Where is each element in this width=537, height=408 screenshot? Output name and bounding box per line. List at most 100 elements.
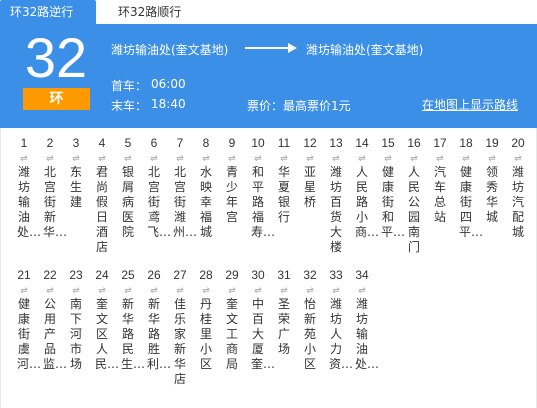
tab-counterclockwise[interactable]: 环32路逆行 (0, 0, 96, 24)
bidirectional-arrow-icon: ⇌ (202, 154, 210, 164)
fare-info: 票价：最高票价1元 (247, 99, 351, 113)
bidirectional-arrow-icon: ⇌ (20, 154, 28, 164)
station-number: 28 (199, 268, 213, 282)
station-name: 水映幸福城 (199, 165, 212, 239)
station-item[interactable]: 21 ⇌ 健康街虞河… (11, 268, 42, 372)
bidirectional-arrow-icon: ⇌ (332, 286, 340, 296)
station-item[interactable]: 11 ⇌ 华夏银行 (271, 136, 297, 225)
station-number: 14 (355, 136, 369, 150)
station-item[interactable]: 19 ⇌ 领秀华城 (479, 136, 505, 225)
station-item[interactable]: 3 ⇌ 东生建 (63, 136, 89, 210)
station-name: 亚星桥 (303, 165, 316, 209)
station-item[interactable]: 17 ⇌ 汽车总站 (427, 136, 453, 225)
station-name: 潍坊输油处… (17, 165, 42, 239)
station-item[interactable]: 30 ⇌ 中百大厦奎… (245, 268, 276, 372)
station-number: 22 (43, 268, 57, 282)
bidirectional-arrow-icon: ⇌ (46, 154, 54, 164)
station-name: 北宫街潍州… (173, 165, 198, 239)
station-item[interactable]: 16 ⇌ 人民公园南门 (401, 136, 427, 255)
station-name: 和平路福寿… (251, 165, 276, 239)
bidirectional-arrow-icon: ⇌ (462, 154, 470, 164)
station-item[interactable]: 15 ⇌ 健康街和平… (375, 136, 405, 240)
station-number: 23 (69, 268, 83, 282)
station-item[interactable]: 22 ⇌ 公用产品监… (37, 268, 67, 372)
station-number: 26 (147, 268, 161, 282)
station-number: 13 (329, 136, 343, 150)
station-item[interactable]: 20 ⇌ 潍坊汽配城 (505, 136, 531, 240)
station-item[interactable]: 18 ⇌ 健康街四平… (453, 136, 483, 240)
station-number: 30 (251, 268, 265, 282)
station-item[interactable]: 14 ⇌ 人民路小商… (349, 136, 380, 240)
station-item[interactable]: 23 ⇌ 南下河市场 (63, 268, 89, 372)
station-item[interactable]: 8 ⇌ 水映幸福城 (193, 136, 219, 240)
station-number: 2 (46, 136, 54, 150)
bidirectional-arrow-icon: ⇌ (150, 154, 158, 164)
station-name: 中百大厦奎… (251, 297, 276, 371)
route-header: 32 环 潍坊输油处(奎文基地) 潍坊输油处(奎文基地) 首车： 06:00 末… (0, 24, 537, 128)
station-name: 银屑病医院 (121, 165, 134, 239)
station-name: 北宫街鸢飞… (147, 165, 172, 239)
station-item[interactable]: 26 ⇌ 新华路胜利… (141, 268, 172, 372)
station-name: 北宫街新华… (43, 165, 68, 239)
station-number: 11 (277, 136, 291, 150)
show-route-on-map-link[interactable]: 在地图上显示路线 (422, 96, 518, 113)
station-name: 健康街虞河… (17, 297, 42, 371)
station-number: 9 (228, 136, 236, 150)
station-name: 人民路小商… (355, 165, 380, 239)
station-item[interactable]: 9 ⇌ 青少年宫 (219, 136, 245, 225)
station-item[interactable]: 2 ⇌ 北宫街新华… (37, 136, 68, 240)
station-name: 新华路胜利… (147, 297, 172, 371)
station-item[interactable]: 12 ⇌ 亚星桥 (297, 136, 323, 210)
station-item[interactable]: 34 ⇌ 潍坊输油处… (349, 268, 379, 372)
station-item[interactable]: 1 ⇌ 潍坊输油处… (11, 136, 42, 240)
bidirectional-arrow-icon: ⇌ (358, 286, 366, 296)
station-item[interactable]: 29 ⇌ 奎文工商局 (219, 268, 245, 372)
station-item[interactable]: 4 ⇌ 君尚假日酒店 (89, 136, 115, 255)
direction-tabs: 环32路逆行 环32路顺行 (0, 0, 537, 24)
station-number: 27 (173, 268, 187, 282)
station-item[interactable]: 24 ⇌ 奎文区人民… (89, 268, 120, 372)
bidirectional-arrow-icon: ⇌ (72, 286, 80, 296)
station-number: 7 (176, 136, 184, 150)
station-number: 12 (303, 136, 317, 150)
station-item[interactable]: 7 ⇌ 北宫街潍州… (167, 136, 198, 240)
station-number: 17 (433, 136, 447, 150)
station-item[interactable]: 31 ⇌ 圣荣广场 (271, 268, 297, 357)
station-item[interactable]: 5 ⇌ 银屑病医院 (115, 136, 141, 240)
station-name: 东生建 (69, 165, 82, 209)
bidirectional-arrow-icon: ⇌ (488, 154, 496, 164)
bidirectional-arrow-icon: ⇌ (254, 286, 262, 296)
tab-clockwise[interactable]: 环32路顺行 (108, 0, 191, 24)
station-item[interactable]: 13 ⇌ 潍坊百货大楼 (323, 136, 349, 255)
station-number: 16 (407, 136, 421, 150)
bidirectional-arrow-icon: ⇌ (176, 154, 184, 164)
station-name: 人民公园南门 (407, 165, 420, 254)
station-number: 20 (511, 136, 525, 150)
station-name: 潍坊汽配城 (511, 165, 524, 239)
station-item[interactable]: 32 ⇌ 怡新苑小区 (297, 268, 323, 372)
station-number: 25 (121, 268, 135, 282)
station-number: 8 (202, 136, 210, 150)
station-name: 潍坊百货大楼 (329, 165, 342, 254)
station-item[interactable]: 27 ⇌ 佳乐家新华店 (167, 268, 193, 387)
station-number: 15 (381, 136, 395, 150)
station-name: 青少年宫 (225, 165, 238, 224)
bidirectional-arrow-icon: ⇌ (202, 286, 210, 296)
station-name: 汽车总站 (433, 165, 446, 224)
last-bus-time: 18:40 (151, 97, 186, 111)
station-item[interactable]: 10 ⇌ 和平路福寿… (245, 136, 276, 240)
station-item[interactable]: 6 ⇌ 北宫街鸢飞… (141, 136, 172, 240)
station-name: 怡新苑小区 (303, 297, 316, 371)
station-name: 奎文区人民… (95, 297, 120, 371)
station-number: 32 (303, 268, 317, 282)
bidirectional-arrow-icon: ⇌ (20, 286, 28, 296)
station-item[interactable]: 28 ⇌ 丹桂里小区 (193, 268, 219, 372)
station-name: 圣荣广场 (277, 297, 290, 356)
station-number: 19 (485, 136, 499, 150)
station-number: 1 (20, 136, 28, 150)
station-number: 10 (251, 136, 265, 150)
station-item[interactable]: 25 ⇌ 新华路民生… (115, 268, 145, 372)
station-item[interactable]: 33 ⇌ 潍坊人力资… (323, 268, 353, 372)
bidirectional-arrow-icon: ⇌ (436, 154, 444, 164)
route-destination: 潍坊输油处(奎文基地) (306, 43, 424, 57)
